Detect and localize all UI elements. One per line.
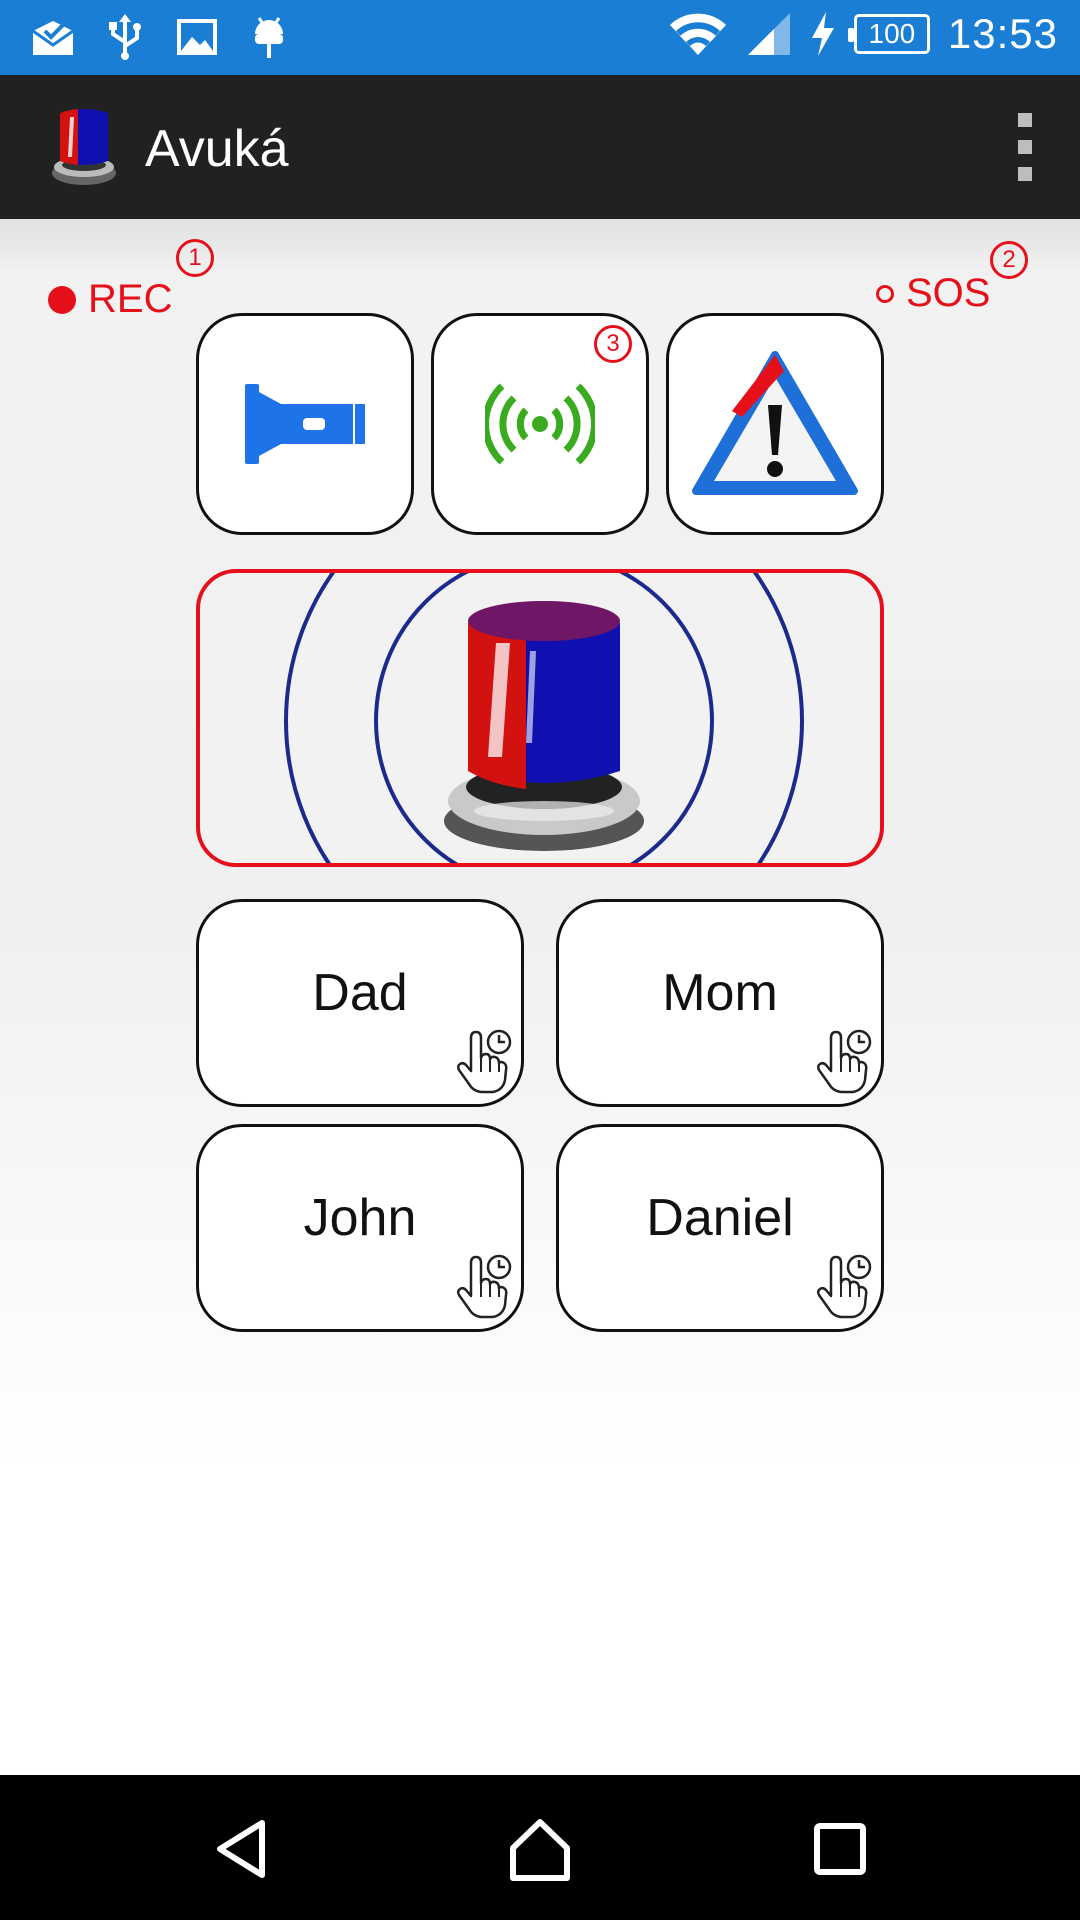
home-icon[interactable] <box>500 1809 580 1889</box>
contact-name: John <box>303 1189 417 1247</box>
clock: 13:53 <box>947 10 1058 57</box>
tap-hold-icon <box>816 1029 872 1094</box>
badge-3: 3 <box>594 325 632 363</box>
rec-dot-icon <box>48 285 76 314</box>
siren-icon <box>284 573 804 863</box>
contact-button-mom[interactable]: Mom <box>556 899 884 1107</box>
back-icon[interactable] <box>202 1809 282 1889</box>
contact-name: Daniel <box>646 1189 794 1247</box>
rec-indicator[interactable]: REC <box>48 277 172 322</box>
android-debug-icon <box>246 14 292 60</box>
recents-icon[interactable] <box>800 1809 880 1889</box>
contact-button-daniel[interactable]: Daniel <box>556 1124 884 1332</box>
tap-hold-icon <box>816 1254 872 1319</box>
warning-triangle-icon <box>692 351 858 495</box>
cell-signal-icon <box>746 11 792 57</box>
battery-level: 100 <box>868 18 916 49</box>
overflow-menu-icon[interactable] <box>1010 113 1040 181</box>
flashlight-icon <box>245 384 365 464</box>
sos-ring-icon <box>876 284 894 303</box>
siren-button[interactable] <box>196 569 884 867</box>
badge-2: 2 <box>990 241 1028 279</box>
main-content: REC 1 SOS 2 3 Dad Mom John Daniel <box>0 219 1080 1775</box>
contact-button-john[interactable]: John <box>196 1124 524 1332</box>
app-bar: Avuká <box>0 75 1080 219</box>
image-icon <box>174 14 220 60</box>
flashlight-button[interactable] <box>196 313 414 535</box>
rec-label: REC <box>88 277 173 321</box>
charging-icon <box>810 11 836 57</box>
system-icons: 100 13:53 <box>668 10 1058 58</box>
usb-icon <box>102 14 148 60</box>
tap-hold-icon <box>456 1029 512 1094</box>
app-title: Avuká <box>145 120 289 178</box>
contact-name: Mom <box>662 964 778 1022</box>
contact-name: Dad <box>312 964 408 1022</box>
signal-broadcast-icon <box>485 383 595 465</box>
sos-indicator[interactable]: SOS <box>876 271 990 316</box>
status-bar: 100 13:53 <box>0 0 1080 75</box>
warning-button[interactable] <box>666 313 884 535</box>
battery-icon: 100 <box>847 14 930 54</box>
wifi-icon <box>668 11 728 57</box>
sos-label: SOS <box>906 271 991 315</box>
badge-1: 1 <box>176 239 214 277</box>
notification-icons <box>30 14 292 60</box>
tap-hold-icon <box>456 1254 512 1319</box>
mail-check-icon <box>30 14 76 60</box>
contact-button-dad[interactable]: Dad <box>196 899 524 1107</box>
siren-icon <box>48 103 120 189</box>
navigation-bar <box>0 1775 1080 1920</box>
